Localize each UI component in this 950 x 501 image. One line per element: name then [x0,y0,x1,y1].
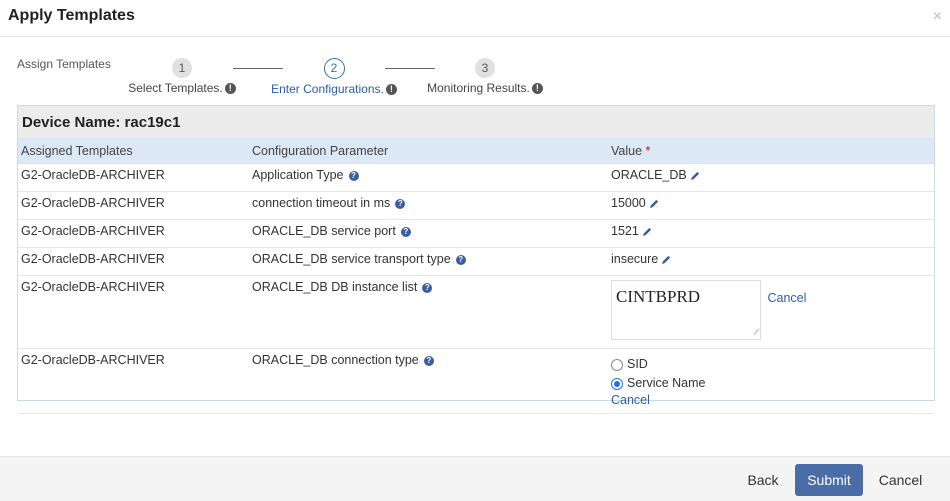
step-number: 3 [475,58,495,78]
radio-option-sid[interactable]: SID [611,357,933,371]
config-panel: Device Name: rac19c1 Assigned Templates … [17,105,935,414]
step-number: 1 [172,58,192,78]
table-row: G2-OracleDB-ARCHIVER Application Type? O… [18,163,934,192]
radio-button[interactable] [611,377,623,390]
help-icon[interactable]: ? [395,198,406,209]
column-header: Configuration Parameter [249,138,608,164]
param-cell: Application Type? [249,163,608,192]
help-icon[interactable]: ? [400,226,411,237]
step-number: 2 [323,58,345,79]
column-header: Value * [608,138,934,164]
table-row: G2-OracleDB-ARCHIVER ORACLE_DB DB instan… [18,275,934,349]
dialog-title: Apply Templates [8,7,135,24]
cancel-edit-link[interactable]: Cancel [767,291,806,305]
resize-handle-icon[interactable]: ⁄⁄ [755,327,758,337]
cancel-edit-link[interactable]: Cancel [611,393,650,407]
template-cell: G2-OracleDB-ARCHIVER [18,219,249,248]
param-cell: connection timeout in ms? [249,191,608,220]
template-cell: G2-OracleDB-ARCHIVER [18,247,249,276]
info-icon: ! [531,83,543,95]
param-cell: ORACLE_DB connection type? [249,348,608,414]
submit-button[interactable]: Submit [795,464,863,496]
param-cell: ORACLE_DB service transport type? [249,247,608,276]
dialog-header: Apply Templates × [0,0,950,37]
radio-option-service-name[interactable]: Service Name [611,376,933,390]
close-icon[interactable]: × [933,8,942,26]
help-icon[interactable]: ? [348,170,359,181]
info-icon: ! [224,83,236,95]
device-name: Device Name: rac19c1 [18,106,934,138]
instance-list-textarea[interactable]: CINTBPRD ⁄⁄ [611,280,761,340]
step-label: Select Templates. [128,81,223,95]
info-icon: ! [385,84,397,96]
param-cell: ORACLE_DB DB instance list? [249,275,608,349]
template-cell: G2-OracleDB-ARCHIVER [18,275,249,349]
config-table: Assigned Templates Configuration Paramet… [18,138,934,414]
wizard-step-2[interactable]: 2 Enter Configurations.! [259,58,409,96]
value-cell: ORACLE_DB [608,163,934,192]
pencil-icon[interactable] [690,170,701,181]
value-cell: SID Service Name Cancel [608,348,934,414]
template-cell: G2-OracleDB-ARCHIVER [18,191,249,220]
help-icon[interactable]: ? [422,282,433,293]
step-label: Enter Configurations. [271,82,384,96]
required-mark: * [645,143,651,158]
table-row: G2-OracleDB-ARCHIVER ORACLE_DB service p… [18,219,934,248]
dialog-footer: Back Submit Cancel [0,456,950,501]
value-cell: 1521 [608,219,934,248]
step-label: Monitoring Results. [427,81,530,95]
column-header: Assigned Templates [18,138,249,164]
table-row: G2-OracleDB-ARCHIVER connection timeout … [18,191,934,220]
param-cell: ORACLE_DB service port? [249,219,608,248]
pencil-icon[interactable] [661,254,672,265]
back-button[interactable]: Back [739,464,787,496]
wizard-label: Assign Templates [17,57,111,71]
radio-button[interactable] [611,358,623,371]
template-cell: G2-OracleDB-ARCHIVER [18,348,249,414]
table-row: G2-OracleDB-ARCHIVER ORACLE_DB connectio… [18,348,934,414]
help-icon[interactable]: ? [455,254,466,265]
template-cell: G2-OracleDB-ARCHIVER [18,163,249,192]
value-cell: 15000 [608,191,934,220]
table-header-row: Assigned Templates Configuration Paramet… [18,138,934,164]
table-row: G2-OracleDB-ARCHIVER ORACLE_DB service t… [18,247,934,276]
wizard-step-1[interactable]: 1 Select Templates.! [107,58,257,95]
help-icon[interactable]: ? [423,355,434,366]
pencil-icon[interactable] [649,198,660,209]
pencil-icon[interactable] [642,226,653,237]
wizard-step-3[interactable]: 3 Monitoring Results.! [410,58,560,95]
value-cell: insecure [608,247,934,276]
value-cell: CINTBPRD ⁄⁄ Cancel [608,275,934,349]
cancel-button[interactable]: Cancel [873,464,928,496]
